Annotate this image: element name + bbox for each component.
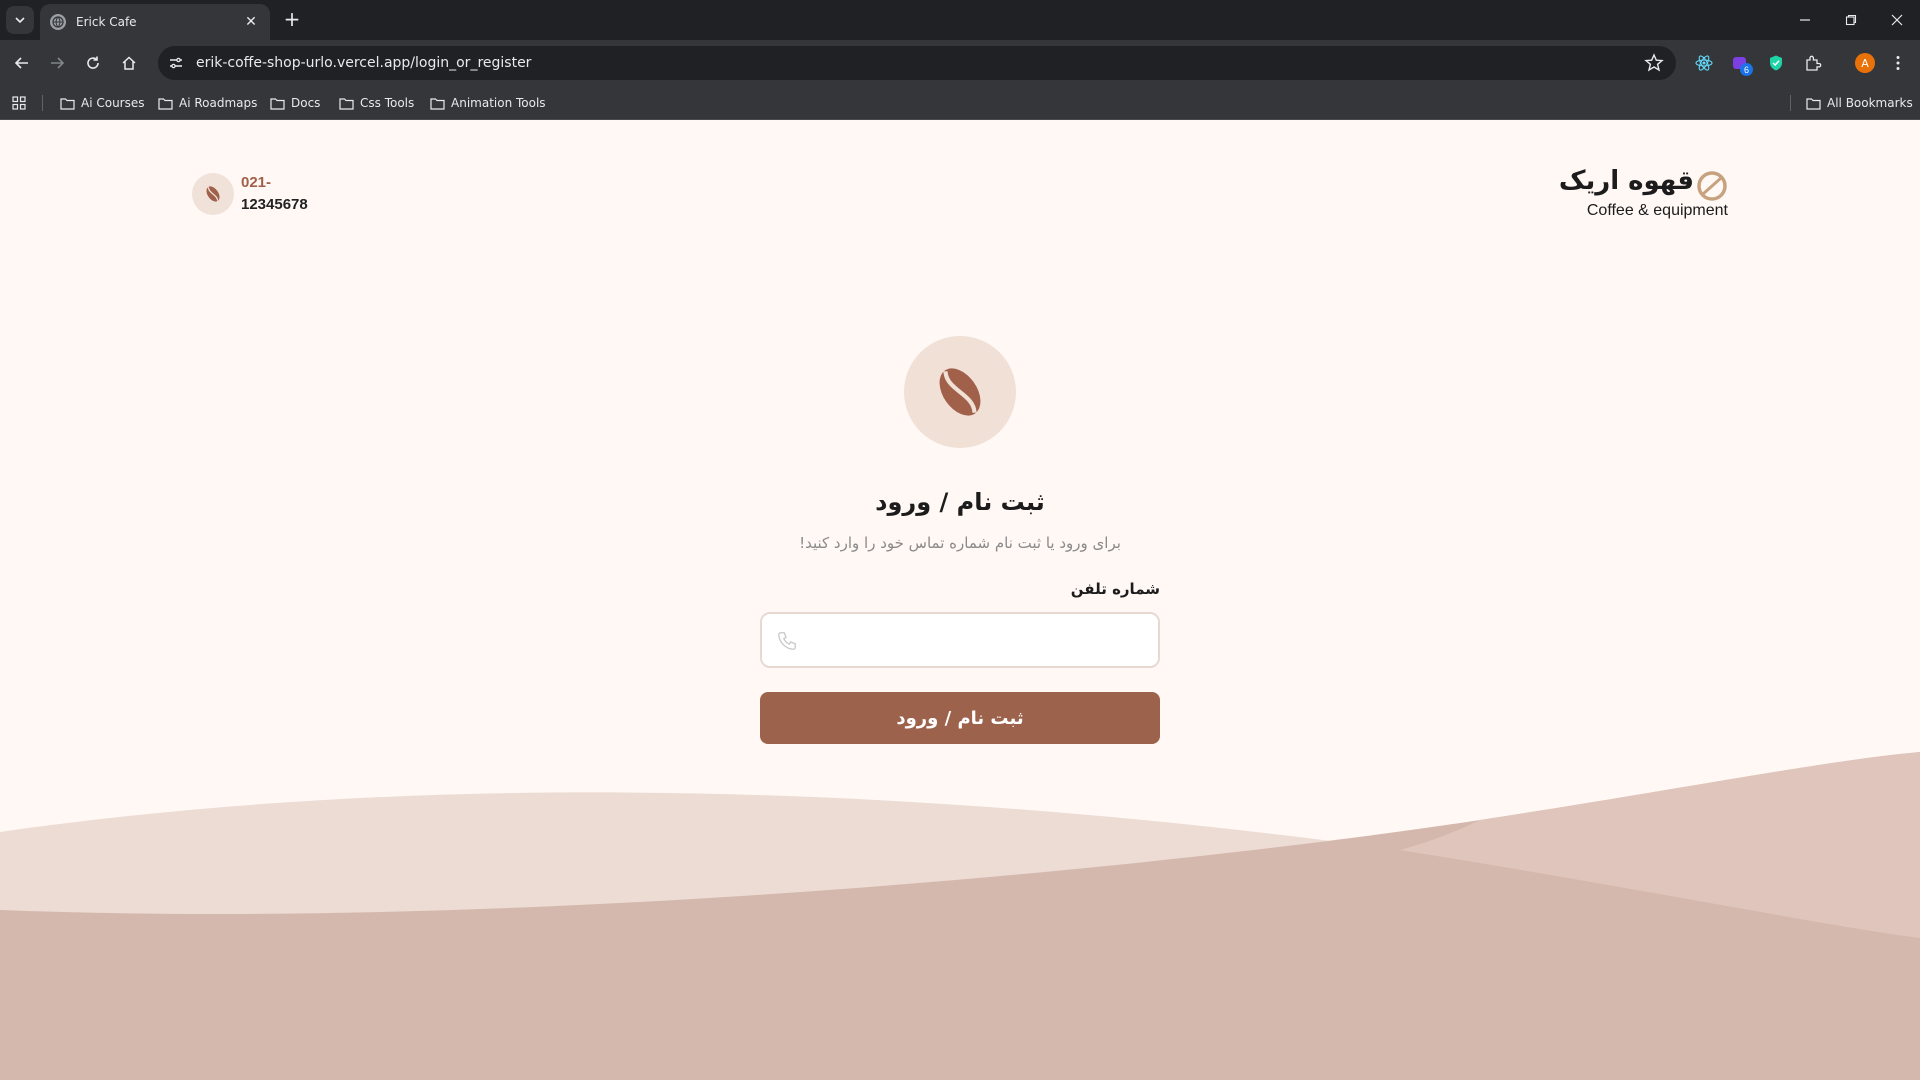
close-icon [1891,14,1903,26]
bookmark-label: Animation Tools [451,96,546,110]
phone-field [760,612,1160,668]
folder-icon [1806,97,1821,110]
arrow-right-icon [51,57,65,69]
tab-search-button[interactable] [6,6,34,34]
background-waves [0,752,1920,1080]
browser-menu-button[interactable] [1886,51,1910,75]
home-button[interactable] [115,49,143,77]
browser-toolbar: erik-coffe-shop-urlo.vercel.app/login_or… [0,40,1920,86]
bookmark-folder-ai-courses[interactable]: Ai Courses [60,93,145,113]
phone-field-label: شماره تلفن [1070,580,1160,598]
folder-icon [430,97,445,110]
extension-badge: 6 [1740,63,1753,76]
bookmarks-divider [42,95,43,111]
react-icon [1695,55,1713,71]
bookmark-label: Docs [291,96,321,110]
bookmark-star-icon[interactable] [1644,53,1664,73]
shield-extension[interactable] [1764,51,1788,75]
browser-tab-active[interactable]: Erick Cafe ✕ [40,4,270,40]
logo-text-en: Coffee & equipment [1586,202,1728,219]
phone-number: 12345678 [241,196,308,213]
page-subtitle: برای ورود یا ثبت نام شماره تماس خود را و… [799,534,1121,552]
bookmark-folder-css-tools[interactable]: Css Tools [339,93,414,113]
minimize-button[interactable] [1782,0,1828,40]
close-window-button[interactable] [1874,0,1920,40]
shield-icon [1770,55,1782,71]
bookmark-label: Ai Roadmaps [179,96,258,110]
site-logo[interactable]: قهوه اریک Coffee & equipment [1559,164,1728,224]
register-login-button[interactable]: ثبت نام / ورود [760,692,1160,744]
address-bar[interactable]: erik-coffe-shop-urlo.vercel.app/login_or… [158,46,1676,80]
folder-icon [60,97,75,110]
coffee-bean-badge [192,173,234,215]
all-bookmarks-button[interactable]: All Bookmarks [1806,93,1913,113]
reload-button[interactable] [79,49,107,77]
bookmark-folder-ai-roadmaps[interactable]: Ai Roadmaps [158,93,257,113]
chevron-down-icon [15,17,25,24]
contact-phone: 021- 12345678 [241,172,308,216]
minimize-icon [1800,19,1810,21]
logo-text-fa: قهوه اریک [1558,166,1694,196]
apps-button[interactable] [12,93,32,113]
bookmark-folder-docs[interactable]: Docs [270,93,320,113]
react-devtools-extension[interactable] [1692,51,1716,75]
forward-button[interactable] [43,49,71,77]
folder-icon [270,97,285,110]
url-text: erik-coffe-shop-urlo.vercel.app/login_or… [196,55,532,71]
profile-avatar[interactable]: A [1855,53,1875,73]
bookmarks-bar: Ai Courses Ai Roadmaps Docs Css Tools An… [0,86,1920,120]
bookmark-label: Ai Courses [81,96,145,110]
coffee-bean-icon [939,368,981,416]
phone-prefix: 021- [241,174,272,191]
phone-input[interactable] [810,614,1150,666]
puzzle-icon [1806,55,1822,71]
extensions-button[interactable] [1801,51,1825,75]
folder-icon [158,97,173,110]
more-vertical-icon [1896,56,1900,70]
page-title: ثبت نام / ورود [875,488,1045,516]
close-tab-icon[interactable]: ✕ [242,14,260,30]
login-page: 021- 12345678 قهوه اریک Coffee & equipme… [0,120,1920,1080]
folder-icon [339,97,354,110]
coffee-bean-icon [206,186,220,202]
apps-grid-icon [12,96,26,110]
new-tab-button[interactable]: + [280,8,304,32]
phone-icon [778,632,796,650]
site-info-icon[interactable] [162,49,190,77]
back-button[interactable] [8,49,36,77]
extension-with-badge[interactable]: 6 [1728,51,1753,76]
coffee-bean-hero [904,336,1016,448]
restore-button[interactable] [1828,0,1874,40]
restore-icon [1845,14,1857,26]
reload-icon [87,56,99,69]
bookmark-label: Css Tools [360,96,415,110]
header-contact: 021- 12345678 [192,172,308,216]
bookmark-folder-animation-tools[interactable]: Animation Tools [430,93,546,113]
home-icon [122,56,136,70]
bookmarks-divider [1790,95,1791,111]
browser-tab-bar: Erick Cafe ✕ + [0,0,1920,40]
tab-title: Erick Cafe [76,15,137,29]
coffee-logo-icon [1697,171,1727,201]
arrow-left-icon [14,57,28,69]
all-bookmarks-label: All Bookmarks [1827,96,1913,110]
globe-icon [50,14,66,30]
